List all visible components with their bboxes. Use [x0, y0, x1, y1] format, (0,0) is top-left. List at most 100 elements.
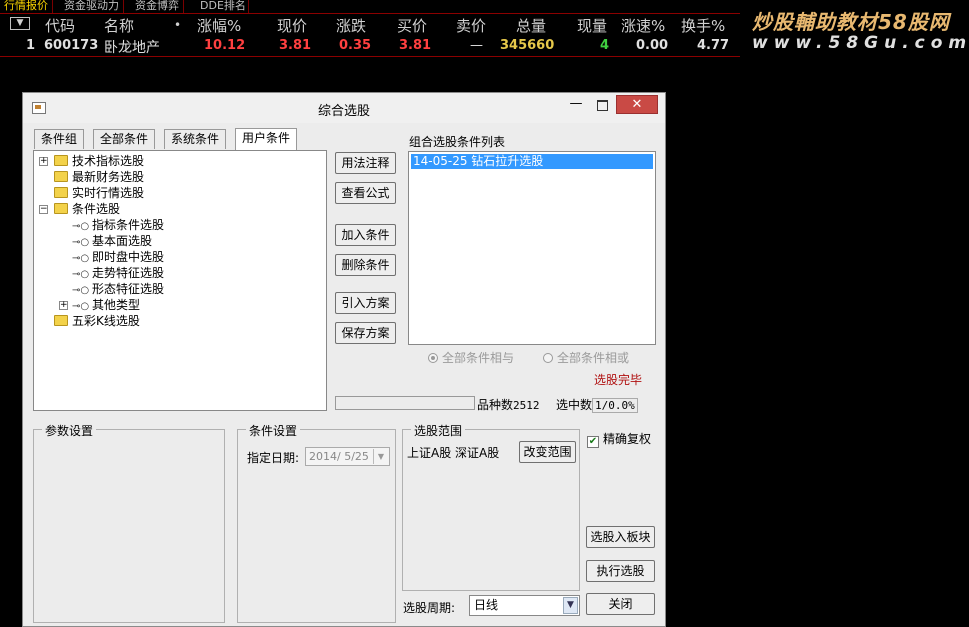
- close-button[interactable]: 关闭: [586, 593, 655, 615]
- tree-item-trend[interactable]: ⊸○ 走势特征选股: [72, 266, 164, 282]
- header-change[interactable]: 涨跌: [336, 15, 366, 36]
- header-speed[interactable]: 涨速%: [621, 15, 665, 36]
- folder-icon: [54, 187, 68, 198]
- header-bid[interactable]: 买价: [397, 15, 427, 36]
- stock-screener-dialog: 综合选股 — ✕ 条件组 全部条件 系统条件 用户条件 + 技术指标选股 最新财…: [22, 92, 666, 627]
- row-index: 1: [26, 38, 36, 53]
- change-range-button[interactable]: 改变范围: [519, 441, 576, 463]
- condition-tree[interactable]: + 技术指标选股 最新财务选股 实时行情选股 − 条件选股 ⊸○ 指标条件选股 ⊸…: [33, 150, 327, 411]
- selected-stat: 选中数 1/0.0%: [556, 396, 638, 413]
- top-divider: [0, 13, 740, 14]
- checkmark-icon: ✔: [587, 436, 599, 448]
- tab-fund-game[interactable]: 资金博弈: [131, 0, 184, 13]
- row-bid: 3.81: [399, 38, 432, 53]
- expand-icon[interactable]: +: [39, 157, 48, 166]
- condition-settings-label: 条件设置: [246, 422, 301, 439]
- header-name[interactable]: 名称: [104, 15, 134, 36]
- key-icon: ⊸○: [72, 253, 90, 264]
- row-ask: —: [470, 38, 483, 53]
- range-label: 选股范围: [411, 422, 466, 439]
- delete-condition-button[interactable]: 删除条件: [335, 254, 396, 276]
- header-volume[interactable]: 总量: [516, 15, 546, 36]
- row-last-volume: 4: [600, 38, 610, 53]
- row-code: 600173: [44, 38, 99, 53]
- tree-item-candlestick[interactable]: 五彩K线选股: [54, 314, 140, 329]
- tab-system-conditions[interactable]: 系统条件: [164, 129, 227, 149]
- tree-item-pattern[interactable]: ⊸○ 形态特征选股: [72, 282, 164, 298]
- key-icon: ⊸○: [72, 221, 90, 232]
- condition-list[interactable]: 14-05-25 钻石拉升选股: [408, 151, 656, 345]
- precise-restore-checkbox[interactable]: ✔ 精确复权: [587, 430, 651, 448]
- tree-item-fundamental[interactable]: ⊸○ 基本面选股: [72, 234, 152, 250]
- close-window-button[interactable]: ✕: [616, 95, 658, 114]
- row-name: 卧龙地产: [104, 40, 160, 56]
- chevron-down-icon: ▼: [373, 449, 388, 464]
- header-code[interactable]: 代码: [45, 15, 75, 36]
- progress-bar: [335, 396, 475, 410]
- key-icon: ⊸○: [72, 285, 90, 296]
- header-last-volume[interactable]: 现量: [577, 15, 607, 36]
- collapse-icon[interactable]: −: [39, 205, 48, 214]
- range-value: 上证A股 深证A股: [407, 446, 500, 460]
- tree-item-technical[interactable]: 技术指标选股: [54, 154, 144, 169]
- tree-item-financial[interactable]: 最新财务选股: [54, 170, 144, 185]
- folder-open-icon: [54, 203, 68, 214]
- condition-list-label: 组合选股条件列表: [409, 135, 506, 149]
- folder-icon: [54, 315, 68, 326]
- radio-and[interactable]: 全部条件相与: [428, 349, 514, 366]
- tab-condition-group[interactable]: 条件组: [34, 129, 85, 149]
- view-formula-button[interactable]: 查看公式: [335, 182, 396, 204]
- tree-item-indicator[interactable]: ⊸○ 指标条件选股: [72, 218, 164, 234]
- tab-quote[interactable]: 行情报价: [0, 0, 53, 13]
- count-stat: 品种数2512: [477, 398, 540, 412]
- header-turnover[interactable]: 换手%: [681, 15, 725, 36]
- row-change-pct: 10.12: [204, 38, 246, 53]
- save-plan-button[interactable]: 保存方案: [335, 322, 396, 344]
- radio-selected-icon: [428, 353, 438, 363]
- row-turnover: 4.77: [697, 38, 730, 53]
- execute-button[interactable]: 执行选股: [586, 560, 655, 582]
- row-speed: 0.00: [636, 38, 669, 53]
- key-icon: ⊸○: [72, 301, 90, 312]
- status-text: 选股完毕: [594, 373, 643, 387]
- header-change-pct[interactable]: 涨幅%: [197, 15, 241, 36]
- watermark-title: 炒股輔助教材58股网: [752, 10, 950, 34]
- column-menu-button[interactable]: ▼: [10, 17, 30, 30]
- tab-dde-rank[interactable]: DDE排名: [196, 0, 249, 13]
- folder-icon: [54, 171, 68, 182]
- minimize-icon: —: [569, 96, 583, 111]
- tree-item-other[interactable]: ⊸○ 其他类型: [72, 298, 140, 314]
- key-icon: ⊸○: [72, 237, 90, 248]
- date-picker[interactable]: 2014/ 5/25 ▼: [305, 447, 390, 466]
- params-group: 参数设置: [33, 422, 225, 623]
- date-label: 指定日期:: [247, 451, 300, 465]
- title-bar[interactable]: 综合选股 — ✕: [23, 93, 665, 123]
- usage-button[interactable]: 用法注释: [335, 152, 396, 174]
- list-item[interactable]: 14-05-25 钻石拉升选股: [411, 154, 653, 169]
- params-label: 参数设置: [42, 422, 97, 439]
- to-block-button[interactable]: 选股入板块: [586, 526, 655, 548]
- maximize-button[interactable]: [591, 97, 613, 113]
- tab-fund-drive[interactable]: 资金驱动力: [60, 0, 124, 13]
- header-price[interactable]: 现价: [277, 15, 307, 36]
- triangle-down-icon: ▼: [16, 18, 24, 28]
- tab-all-conditions[interactable]: 全部条件: [93, 129, 156, 149]
- row-divider: [0, 56, 740, 57]
- period-select[interactable]: 日线 ▼: [469, 595, 580, 616]
- row-change: 0.35: [339, 38, 372, 53]
- tree-item-intraday[interactable]: ⊸○ 即时盘中选股: [72, 250, 164, 266]
- tree-item-conditional[interactable]: 条件选股: [54, 202, 120, 217]
- maximize-icon: [596, 100, 608, 111]
- tree-item-realtime[interactable]: 实时行情选股: [54, 186, 144, 201]
- range-group: 选股范围 上证A股 深证A股 改变范围: [402, 422, 580, 591]
- radio-or[interactable]: 全部条件相或: [543, 349, 629, 366]
- minimize-button[interactable]: —: [565, 97, 587, 113]
- add-condition-button[interactable]: 加入条件: [335, 224, 396, 246]
- expand-icon[interactable]: +: [59, 301, 68, 310]
- chevron-down-icon: ▼: [563, 597, 578, 614]
- period-label: 选股周期:: [403, 601, 456, 615]
- watermark-url: www.58Gu.com: [752, 33, 969, 53]
- header-ask[interactable]: 卖价: [456, 15, 486, 36]
- import-plan-button[interactable]: 引入方案: [335, 292, 396, 314]
- tab-user-conditions[interactable]: 用户条件: [235, 128, 298, 150]
